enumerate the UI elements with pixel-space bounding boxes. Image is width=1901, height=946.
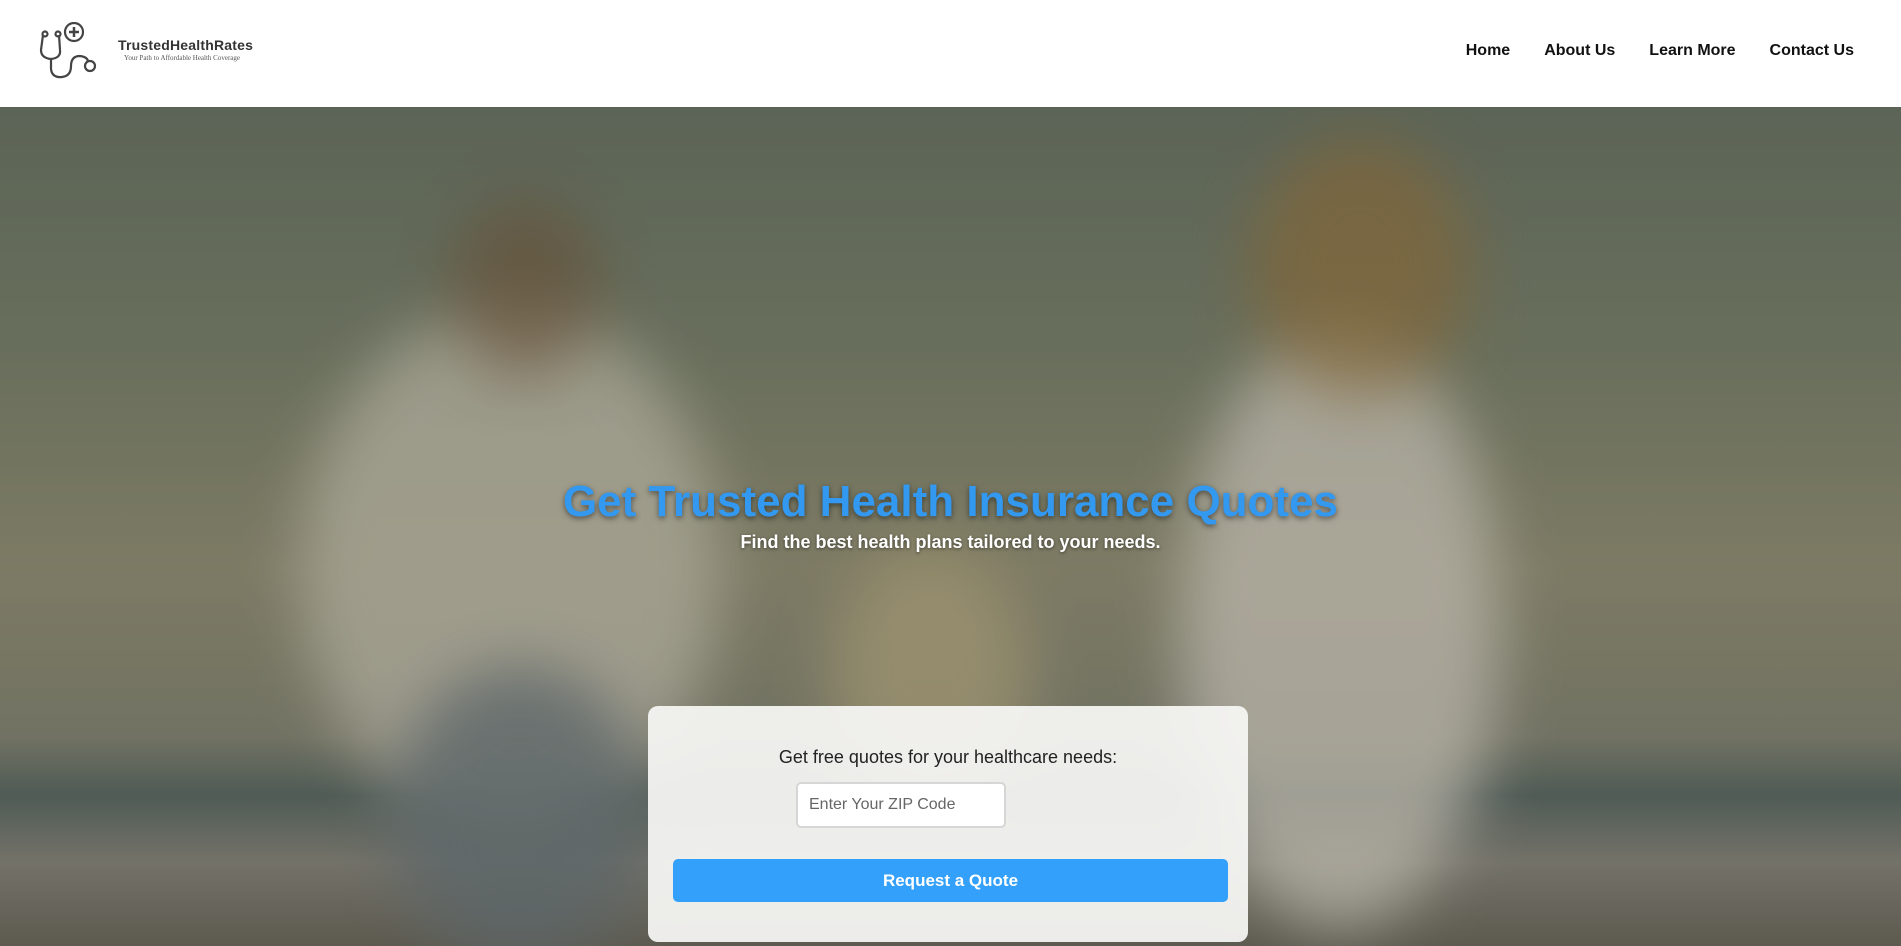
brand-tagline: Your Path to Affordable Health Coverage (124, 53, 240, 62)
logo[interactable]: TrustedHealthRates Your Path to Affordab… (38, 22, 253, 80)
nav-home[interactable]: Home (1466, 42, 1510, 60)
nav-contact-us[interactable]: Contact Us (1770, 42, 1854, 60)
site-header: TrustedHealthRates Your Path to Affordab… (0, 0, 1901, 107)
stethoscope-logo-icon (39, 22, 97, 79)
brand-name: TrustedHealthRates (118, 36, 254, 53)
nav-learn-more[interactable]: Learn More (1649, 42, 1735, 60)
request-quote-button[interactable]: Request a Quote (673, 859, 1228, 902)
main-nav: Home About Us Learn More Contact Us (1466, 42, 1854, 60)
quote-form: Get free quotes for your healthcare need… (648, 706, 1248, 942)
quote-form-label: Get free quotes for your healthcare need… (778, 747, 1118, 767)
zip-code-input[interactable] (796, 782, 1006, 828)
hero-subtitle: Find the best health plans tailored to y… (740, 532, 1161, 552)
nav-about-us[interactable]: About Us (1544, 42, 1615, 60)
hero-title: Get Trusted Health Insurance Quotes (562, 477, 1339, 526)
